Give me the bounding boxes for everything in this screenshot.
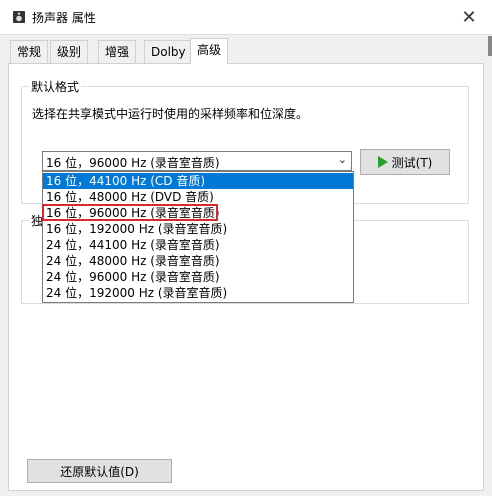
dropdown-option[interactable]: 16 位，96000 Hz (录音室音质) <box>43 205 353 221</box>
format-dropdown-list: 16 位，44100 Hz (CD 音质) 16 位，48000 Hz (DVD… <box>42 171 354 303</box>
sample-format-select[interactable]: 16 位，96000 Hz (录音室音质) ⌄ <box>42 151 352 171</box>
close-button[interactable]: ✕ <box>446 0 492 34</box>
speaker-icon <box>13 11 25 23</box>
selected-format: 16 位，96000 Hz (录音室音质) <box>46 156 220 170</box>
restore-defaults-button[interactable]: 还原默认值(D) <box>27 459 172 483</box>
tab-advanced[interactable]: 高级 <box>190 38 229 64</box>
tab-enhancements[interactable]: 增强 <box>98 40 137 63</box>
dropdown-option[interactable]: 16 位，48000 Hz (DVD 音质) <box>43 189 353 205</box>
tab-general[interactable]: 常规 <box>10 40 49 63</box>
test-button-text: 测试(T) <box>391 155 433 170</box>
chevron-down-icon: ⌄ <box>337 153 347 166</box>
close-icon: ✕ <box>461 6 477 28</box>
tab-dolby[interactable]: Dolby <box>144 40 193 63</box>
title-bar: 扬声器 属性 ✕ <box>0 0 492 35</box>
dropdown-option[interactable]: 16 位，192000 Hz (录音室音质) <box>43 221 353 237</box>
window-title: 扬声器 属性 <box>32 11 96 25</box>
test-button[interactable]: 测试(T) <box>360 149 450 175</box>
dropdown-option[interactable]: 24 位，192000 Hz (录音室音质) <box>43 285 353 301</box>
tab-levels[interactable]: 级别 <box>50 40 89 63</box>
dropdown-option[interactable]: 16 位，44100 Hz (CD 音质) <box>43 173 353 189</box>
dropdown-option[interactable]: 24 位，48000 Hz (录音室音质) <box>43 253 353 269</box>
play-icon <box>377 156 388 168</box>
window-edge-marker <box>488 36 492 56</box>
default-format-label: 默认格式 <box>29 78 82 95</box>
format-description: 选择在共享模式中运行时使用的采样频率和位深度。 <box>32 107 309 121</box>
dropdown-option[interactable]: 24 位，44100 Hz (录音室音质) <box>43 237 353 253</box>
dropdown-option[interactable]: 24 位，96000 Hz (录音室音质) <box>43 269 353 285</box>
